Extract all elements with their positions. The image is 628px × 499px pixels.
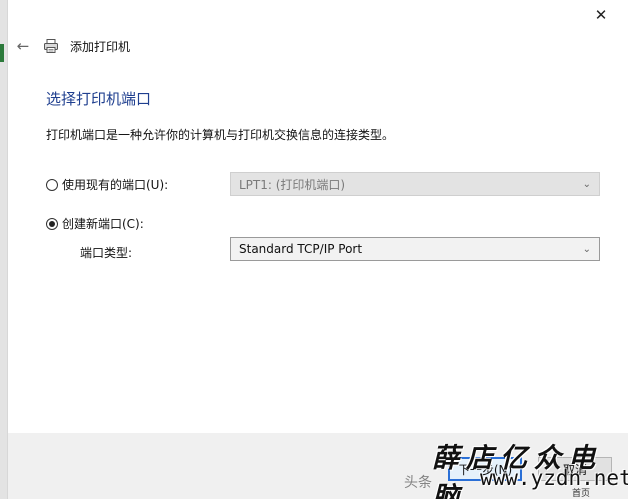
port-type-label: 端口类型: [80, 246, 133, 260]
create-new-port-radio[interactable] [46, 217, 58, 230]
use-existing-port-label: 使用现有的端口(U): [62, 178, 169, 192]
radio-selected-dot [49, 220, 55, 227]
background-window-edge [0, 0, 8, 499]
use-existing-port-option[interactable]: 使用现有的端口(U): [46, 176, 168, 193]
close-icon[interactable]: ✕ [592, 6, 610, 24]
chevron-down-icon: ⌄ [582, 178, 591, 190]
create-new-port-label: 创建新端口(C): [62, 217, 144, 231]
next-button[interactable]: 下一步(N) [448, 457, 522, 481]
port-type-value: Standard TCP/IP Port [239, 242, 363, 256]
create-new-port-option[interactable]: 创建新端口(C): [46, 215, 144, 232]
dialog-header: ← 添加打印机 [14, 35, 130, 57]
existing-port-select: LPT1: (打印机端口) ⌄ [230, 172, 600, 196]
dialog-footer: 下一步(N) 取消 [8, 433, 628, 499]
add-printer-dialog: ✕ ← 添加打印机 选择打印机端口 打印机端口是一种允许你的计算机与打印机交换信… [8, 0, 628, 499]
cancel-button[interactable]: 取消 [538, 457, 612, 481]
page-heading: 选择打印机端口 [46, 90, 152, 108]
dialog-title: 添加打印机 [70, 39, 131, 54]
printer-icon [42, 37, 60, 55]
chevron-down-icon: ⌄ [582, 243, 591, 255]
port-type-select[interactable]: Standard TCP/IP Port ⌄ [230, 237, 600, 261]
page-description: 打印机端口是一种允许你的计算机与打印机交换信息的连接类型。 [46, 128, 395, 142]
existing-port-value: LPT1: (打印机端口) [239, 177, 346, 192]
back-arrow-icon[interactable]: ← [14, 37, 32, 55]
use-existing-port-radio[interactable] [46, 178, 58, 191]
background-window-accent [0, 44, 4, 62]
